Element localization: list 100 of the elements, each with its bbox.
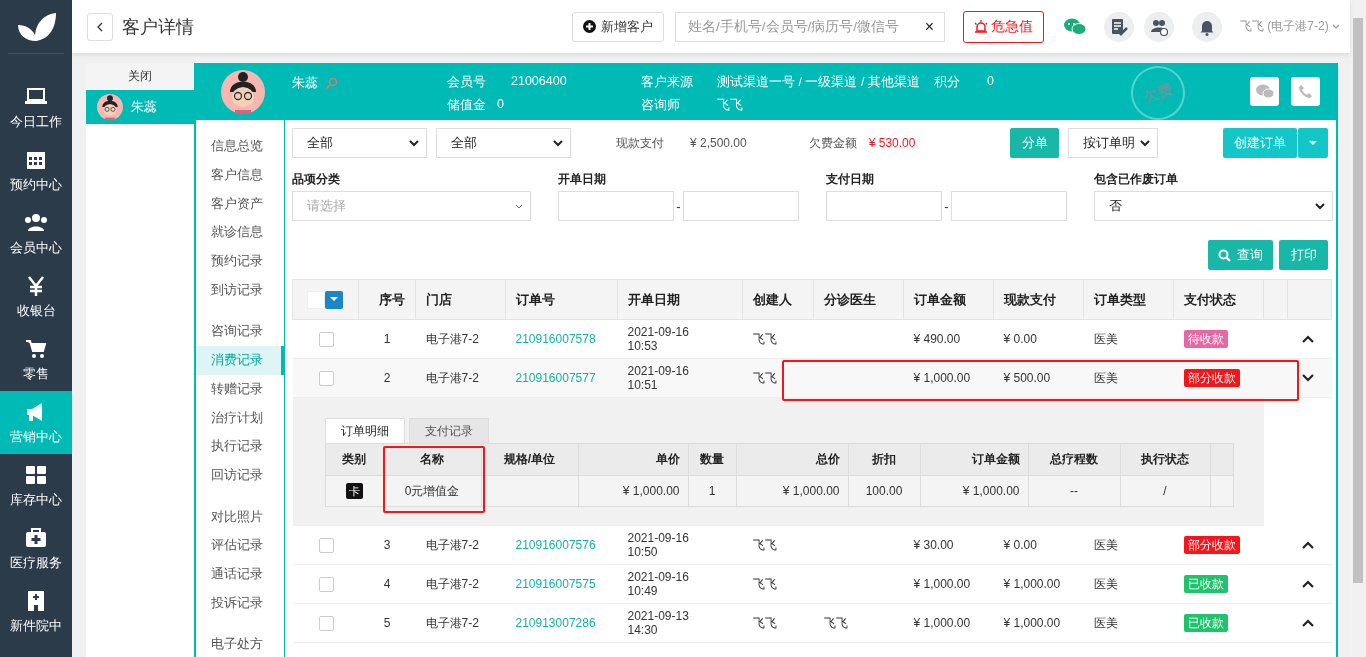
table-cell: ¥ 1,000.00 [782,483,840,498]
add-customer-button[interactable]: 新增客户 [572,11,664,42]
subnav-item[interactable]: 投诉记录 [196,588,284,617]
close-button[interactable]: 关闭 [86,63,194,90]
subnav-item[interactable]: 到访记录 [196,275,284,305]
subnav-item[interactable]: 评估记录 [196,530,284,560]
subnav-item[interactable]: 客户信息 [196,160,284,190]
void-select[interactable]: 否 [1094,191,1333,221]
row-checkbox[interactable] [318,615,334,631]
nav-item[interactable]: 收银台 [0,265,72,328]
date-field[interactable] [826,191,942,221]
chevron-up-icon[interactable] [1301,619,1314,627]
subnav-item[interactable]: 执行记录 [196,431,284,461]
wechat-icon [1255,84,1274,99]
group-clock-icon[interactable] [1144,11,1174,42]
subnav-item[interactable]: 就诊信息 [196,218,284,247]
field-label: 品项分类 [292,171,341,188]
avatar-icon [221,69,265,114]
table-cell: 2 [383,370,391,385]
nav-item[interactable]: 新件院中 [0,580,72,643]
field-value: 0 [497,97,504,113]
table-cell: 电子港7-2 [425,537,479,552]
column-header: 订单类型 [1083,279,1174,320]
table-cell: ¥ 500.00 [1003,370,1051,385]
nav-item[interactable]: 零售 [0,328,72,391]
table-cell: 4 [383,576,391,591]
nav-item[interactable]: 会员中心 [0,202,72,265]
clear-button[interactable]: × [924,17,934,36]
field-label: 咨询师 [641,97,680,114]
column-header: 分诊医生 [813,279,904,320]
table-cell: 1 [708,483,716,498]
bell-icon[interactable] [1192,11,1222,42]
dropdown-button[interactable] [1298,128,1328,158]
date-field[interactable] [683,191,799,221]
nav-item[interactable]: 今日工作 [0,76,72,139]
row-checkbox[interactable] [318,370,334,386]
status-tag: 部分收款 [1183,535,1240,554]
field-label: 支付日期 [826,171,875,188]
table-cell: 飞飞 [752,331,777,346]
table-cell: -- [1070,483,1078,498]
summary-label: 欠费金额 [808,134,857,152]
nav-item[interactable]: 医疗服务 [0,517,72,580]
table-cell: 医美 [1093,576,1118,591]
table-cell: ¥ 0.00 [1003,537,1037,552]
phone-button[interactable] [1291,77,1320,106]
row-checkbox[interactable] [318,331,334,347]
date-field[interactable] [951,191,1067,221]
chevron-up-icon[interactable] [1301,580,1314,588]
arrears-value: ¥ 530.00 [868,136,916,150]
search-field[interactable]: 姓名/手机号/会员号/病历号/微信号 × [675,11,945,42]
nav-item[interactable]: 库存中心 [0,454,72,517]
filter-select[interactable]: 全部 [436,128,571,158]
field-label: 包含已作废订单 [1094,171,1179,188]
table-cell: 电子港7-2 [425,576,479,591]
range-separator: - [943,198,950,214]
subnav-item[interactable]: 对比照片 [196,502,284,531]
column-header: 类别 [342,452,366,467]
table-cell: 100.00 [865,483,903,498]
critical-value-button[interactable]: 危急值 [963,10,1044,43]
card-type-icon: 卡 [345,483,363,499]
subnav-item[interactable]: 回访记录 [196,460,284,490]
subnav-item[interactable]: 通话记录 [196,559,284,589]
table-cell: ¥ 1,000.00 [1003,576,1061,591]
select-all-checkbox[interactable] [307,290,343,309]
scrollbar[interactable] [1353,18,1363,583]
column-header: 执行状态 [1141,452,1189,467]
subnav-item[interactable]: 信息总览 [196,132,284,161]
column-header: 折扣 [872,452,896,467]
field-value: 测试渠道一号 / 一级渠道 / 其他渠道 [717,74,920,91]
subnav-item[interactable]: 咨询记录 [196,317,284,346]
table-cell: 1 [383,331,391,346]
customer-name: 朱蕊 [292,74,318,92]
row-checkbox[interactable] [318,576,334,592]
chevron-up-icon[interactable] [1301,540,1314,549]
column-header: 门店 [415,279,506,320]
table-cell: 飞飞 [823,615,848,630]
chevron-down-icon[interactable] [1301,374,1314,382]
table-cell: 飞飞 [752,615,777,630]
back-button[interactable] [87,12,113,41]
date-field[interactable] [558,191,674,221]
row-checkbox[interactable] [318,537,334,553]
field-label: 储值金 [447,97,486,114]
detail-tab[interactable]: 支付记录 [408,418,489,443]
mode-select[interactable]: 按订单明 [1068,128,1159,158]
subnav-item[interactable]: 客户资产 [196,189,284,219]
detail-tab[interactable]: 订单明细 [324,418,405,443]
chevron-up-icon[interactable] [1301,335,1314,343]
filter-select[interactable]: 全部 [292,128,427,158]
table-cell: 电子港7-2 [425,370,479,385]
subnav-item[interactable]: 预约记录 [196,246,284,276]
notes-icon[interactable] [1104,11,1134,42]
subnav-item[interactable]: 治疗计划 [196,403,284,432]
status-tag: 已收款 [1183,613,1228,632]
wechat-icon[interactable] [1064,17,1086,36]
nav-item[interactable]: 预约中心 [0,139,72,202]
subnav-item[interactable]: 电子处方 [196,630,284,657]
wechat-button[interactable] [1250,77,1279,106]
subnav-item[interactable]: 转赠记录 [196,374,284,404]
field-value: 0 [987,74,994,90]
search-icon [1218,248,1231,262]
